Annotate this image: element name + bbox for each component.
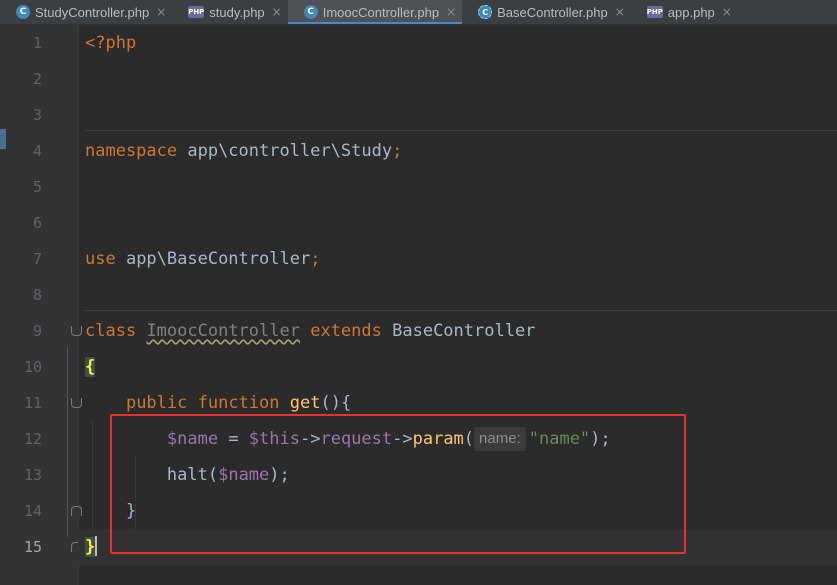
code-line-1: <?php xyxy=(85,33,137,53)
code-editor[interactable]: 1 2 3 4 5 6 7 8 9 10 11 12 13 14 15 <?ph… xyxy=(0,25,837,585)
code-line-4: namespace app\controller\Study; xyxy=(85,141,403,161)
tab-study-php[interactable]: PHP study.php × xyxy=(172,0,287,24)
tab-studycontroller[interactable]: C StudyController.php × xyxy=(0,0,172,24)
tab-label: BaseController.php xyxy=(497,4,608,20)
line-number: 4 xyxy=(32,142,42,160)
line-number-gutter[interactable]: 1 2 3 4 5 6 7 8 9 10 11 12 13 14 15 xyxy=(0,25,82,585)
text-caret xyxy=(95,536,98,556)
code-line-15: } xyxy=(78,529,837,565)
class-icon: C xyxy=(303,5,318,19)
tab-label: StudyController.php xyxy=(35,4,150,20)
code-line-7: use app\BaseController; xyxy=(85,249,321,269)
parameter-hint: name: xyxy=(474,427,526,451)
code-line-9: class ImoocController extends BaseContro… xyxy=(85,321,536,341)
close-icon[interactable]: × xyxy=(615,5,625,19)
line-number: 3 xyxy=(32,106,42,124)
tab-label: ImoocController.php xyxy=(322,4,440,20)
tab-label: app.php xyxy=(667,4,715,20)
class-name: ImoocController xyxy=(146,321,300,341)
close-icon[interactable]: × xyxy=(272,5,282,19)
code-line-14: } xyxy=(125,501,137,521)
php-file-icon: PHP xyxy=(188,6,205,18)
line-number: 5 xyxy=(32,178,42,196)
line-number: 2 xyxy=(32,70,42,88)
code-line-12: $name = $this->request->param(name: "name… xyxy=(166,427,611,451)
line-number: 8 xyxy=(32,286,42,304)
line-number: 14 xyxy=(23,502,42,520)
fold-class-icon[interactable] xyxy=(71,326,82,336)
matched-brace: } xyxy=(85,537,96,557)
tab-imooccontroller[interactable]: C ImoocController.php × xyxy=(287,0,463,24)
close-icon[interactable]: × xyxy=(446,5,456,19)
fold-method-icon[interactable] xyxy=(71,398,82,408)
code-line-13: halt($name); xyxy=(166,465,290,485)
fold-guide xyxy=(67,347,68,537)
line-number: 9 xyxy=(32,322,42,340)
php-file-icon: PHP xyxy=(646,6,663,18)
tab-label: study.php xyxy=(209,4,265,20)
close-icon[interactable]: × xyxy=(722,5,732,19)
line-number: 6 xyxy=(32,214,42,232)
fold-method-end-icon[interactable] xyxy=(71,506,82,516)
line-number: 1 xyxy=(32,34,42,52)
abstract-class-icon: C xyxy=(478,5,493,19)
line-number: 12 xyxy=(23,430,42,448)
line-number-current: 15 xyxy=(23,538,42,556)
code-line-10: { xyxy=(85,349,837,385)
editor-tab-bar: C StudyController.php × PHP study.php × … xyxy=(0,0,837,25)
line-number: 7 xyxy=(32,250,42,268)
close-icon[interactable]: × xyxy=(156,5,166,19)
line-number: 11 xyxy=(23,394,42,412)
matched-brace: { xyxy=(85,357,96,377)
code-line-11: public function get(){ xyxy=(125,393,352,413)
class-icon: C xyxy=(16,5,30,19)
line-number: 13 xyxy=(23,466,42,484)
tab-basecontroller[interactable]: C BaseController.php × xyxy=(462,0,631,24)
tab-app-php[interactable]: PHP app.php × xyxy=(631,0,738,24)
code-area[interactable]: <?php namespace app\controller\Study; us… xyxy=(78,25,837,585)
line-number: 10 xyxy=(23,358,42,376)
